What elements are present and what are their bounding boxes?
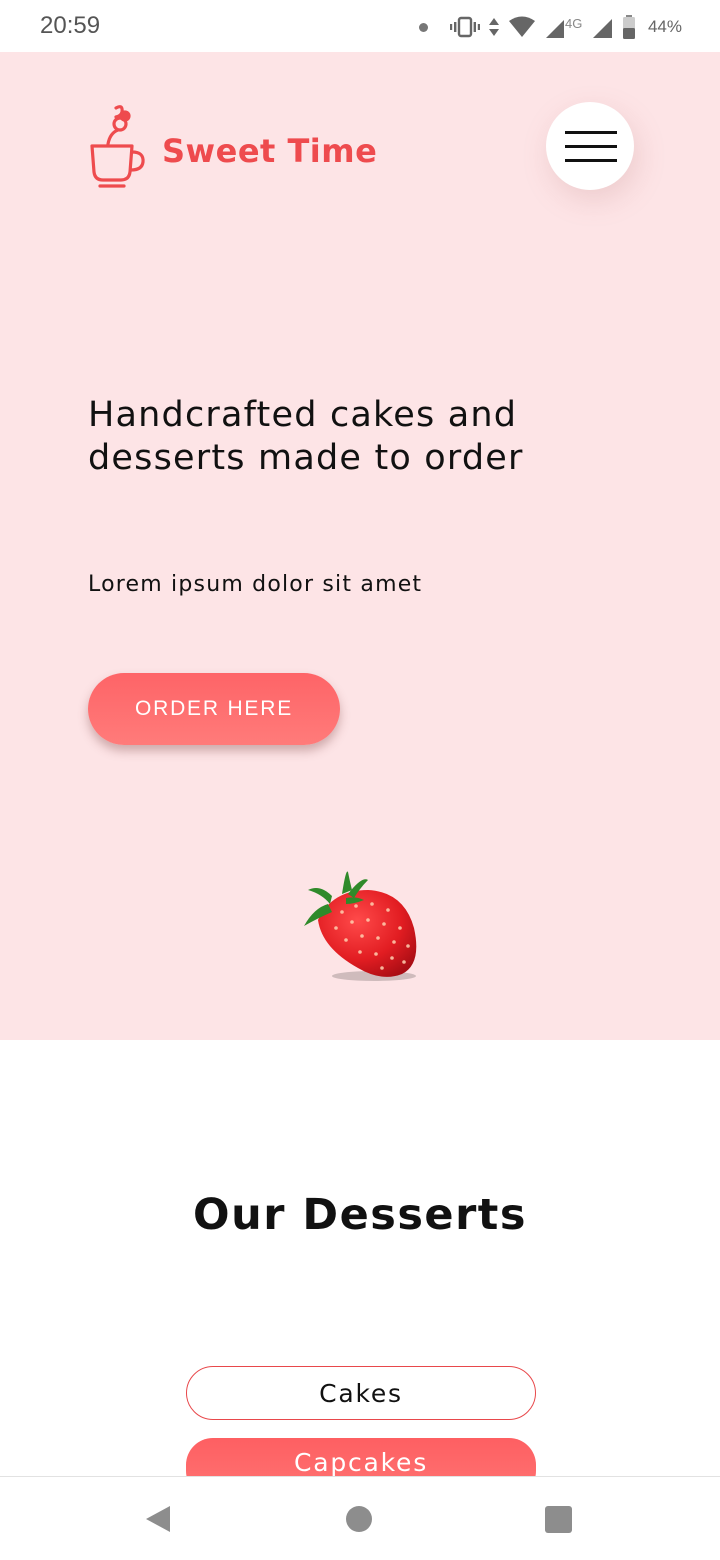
system-navigation-bar <box>0 1476 720 1560</box>
section-title: Our Desserts <box>193 1190 527 1240</box>
cell-signal-icon <box>592 15 614 39</box>
order-here-button[interactable]: ORDER HERE <box>88 673 340 745</box>
hero-subtitle: Lorem ipsum dolor sit amet <box>88 572 423 597</box>
hero-title: Handcrafted cakes and desserts made to o… <box>88 395 524 478</box>
battery-percent: 44% <box>647 17 682 36</box>
cup-logo-icon <box>86 100 148 188</box>
data-transfer-icon <box>488 16 500 38</box>
strawberry-image <box>302 868 422 984</box>
vibrate-icon <box>449 15 480 39</box>
category-cakes-button[interactable]: Cakes <box>186 1366 536 1420</box>
brand-logo[interactable]: Sweet Time <box>86 100 377 188</box>
notification-dot-icon <box>418 22 428 32</box>
status-bar: 20:59 4G 44% <box>0 0 720 52</box>
back-icon[interactable] <box>146 1506 170 1532</box>
recents-icon[interactable] <box>545 1506 572 1533</box>
menu-button[interactable] <box>546 102 634 190</box>
cell-signal-icon: 4G <box>544 14 584 40</box>
battery-icon <box>622 14 636 40</box>
wifi-icon <box>508 16 536 38</box>
status-time: 20:59 <box>40 12 101 39</box>
home-icon[interactable] <box>346 1506 372 1532</box>
network-type-label: 4G <box>565 16 582 31</box>
hero-section: Sweet Time Handcrafted cakes and dessert… <box>0 52 720 1040</box>
brand-name: Sweet Time <box>162 132 378 170</box>
status-icons: 4G 44% <box>418 10 682 44</box>
